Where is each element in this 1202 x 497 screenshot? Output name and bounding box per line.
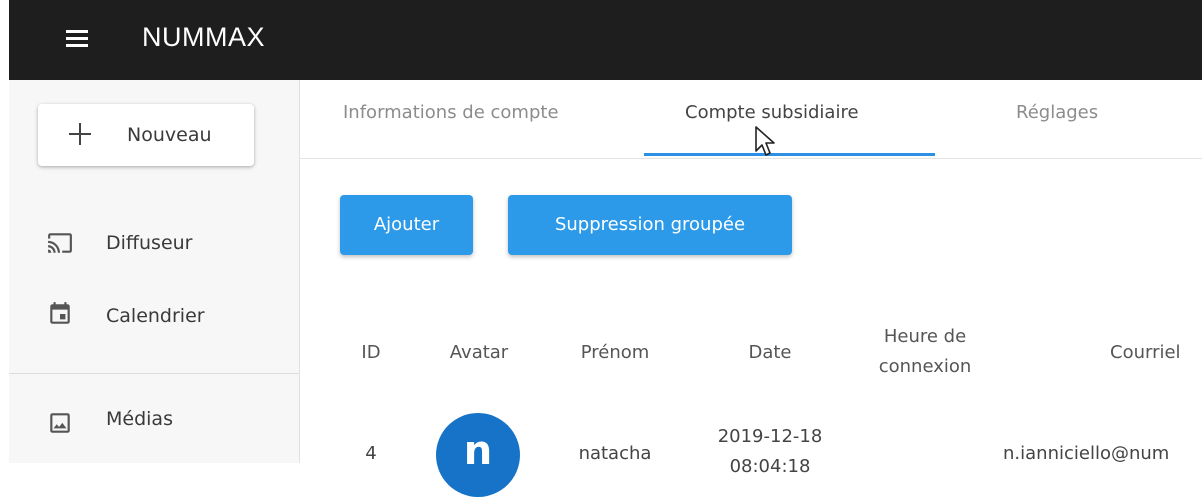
avatar: n xyxy=(436,413,520,497)
sidebar-item-medias[interactable]: Médias xyxy=(9,400,299,450)
tab-bar: Informations de compte Compte subsidiair… xyxy=(300,80,1202,159)
row-date: 2019-12-18 xyxy=(717,426,823,447)
menu-icon[interactable] xyxy=(66,30,88,48)
add-button[interactable]: Ajouter xyxy=(340,195,473,255)
column-header-avatar[interactable]: Avatar xyxy=(435,342,523,363)
row-first-name: natacha xyxy=(578,443,652,464)
app-title: NUMMAX xyxy=(142,22,265,52)
active-tab-indicator xyxy=(644,153,935,156)
row-id: 4 xyxy=(365,443,377,464)
sidebar-item-diffuseur[interactable]: Diffuseur xyxy=(9,220,299,270)
sidebar-item-label: Calendrier xyxy=(106,305,205,327)
app-bar: NUMMAX xyxy=(0,0,1202,80)
column-header-id[interactable]: ID xyxy=(355,342,387,363)
calendar-icon xyxy=(47,301,73,327)
avatar-letter: n xyxy=(463,428,493,474)
sidebar-divider xyxy=(9,373,299,374)
sidebar-item-calendrier[interactable]: Calendrier xyxy=(9,297,299,347)
new-button-label: Nouveau xyxy=(127,124,212,146)
tab-settings[interactable]: Réglages xyxy=(1016,102,1098,123)
row-time: 08:04:18 xyxy=(729,456,811,477)
bulk-delete-button[interactable]: Suppression groupée xyxy=(508,195,792,255)
sidebar-item-label: Médias xyxy=(106,408,173,430)
cast-icon xyxy=(47,230,73,256)
plus-icon xyxy=(69,123,91,145)
column-header-email[interactable]: Courriel xyxy=(1110,342,1202,363)
column-header-date[interactable]: Date xyxy=(720,342,820,363)
column-header-login-time[interactable]: Heure de connexion xyxy=(862,322,988,382)
sidebar: Nouveau Diffuseur Calendrier Médias xyxy=(9,80,300,463)
row-email: n.ianniciello@num xyxy=(1003,443,1170,464)
tab-account-info[interactable]: Informations de compte xyxy=(343,102,559,123)
new-button[interactable]: Nouveau xyxy=(38,104,254,166)
sidebar-item-label: Diffuseur xyxy=(106,232,193,254)
image-icon xyxy=(47,410,73,436)
column-header-first-name[interactable]: Prénom xyxy=(565,342,665,363)
tab-subsidiary-account[interactable]: Compte subsidiaire xyxy=(685,102,859,123)
